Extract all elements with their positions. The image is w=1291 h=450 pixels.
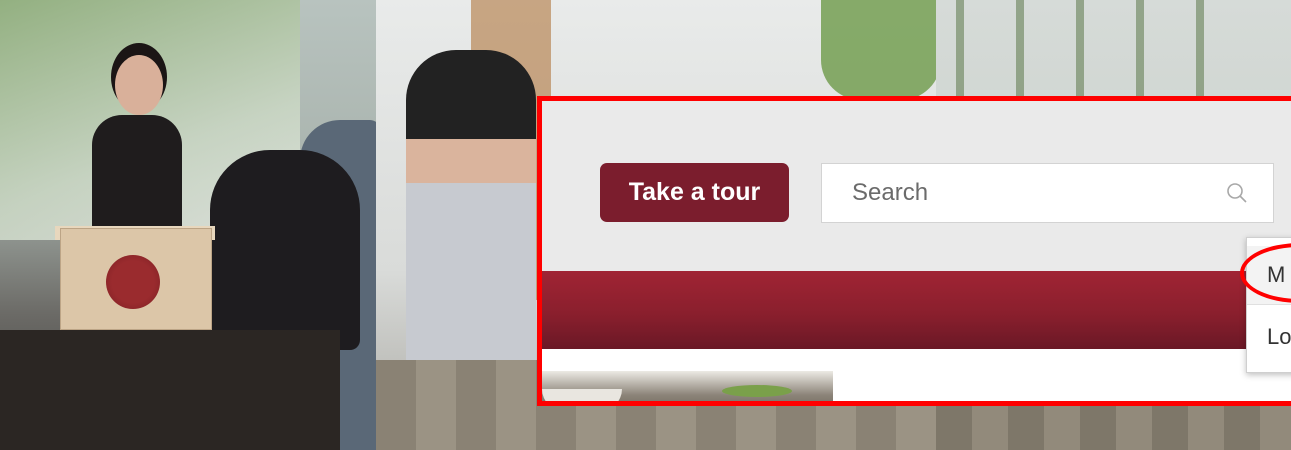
site-header: Take a tour (542, 101, 1291, 271)
search-input[interactable] (822, 164, 1252, 222)
dropdown-item-my-account[interactable]: M (1247, 246, 1291, 304)
highlight-box: Take a tour M Lo (537, 96, 1291, 406)
dropdown-item-logout[interactable]: Lo (1247, 308, 1291, 366)
toastmasters-logo (106, 255, 160, 309)
take-a-tour-button[interactable]: Take a tour (600, 163, 789, 222)
search-box[interactable] (821, 163, 1274, 223)
photo-presenter-meeting (0, 0, 380, 450)
navigation-bar (542, 271, 1291, 349)
user-dropdown-menu: M Lo (1246, 237, 1291, 373)
dropdown-divider (1247, 304, 1291, 305)
content-photo (542, 371, 833, 401)
search-icon[interactable] (1226, 182, 1248, 204)
